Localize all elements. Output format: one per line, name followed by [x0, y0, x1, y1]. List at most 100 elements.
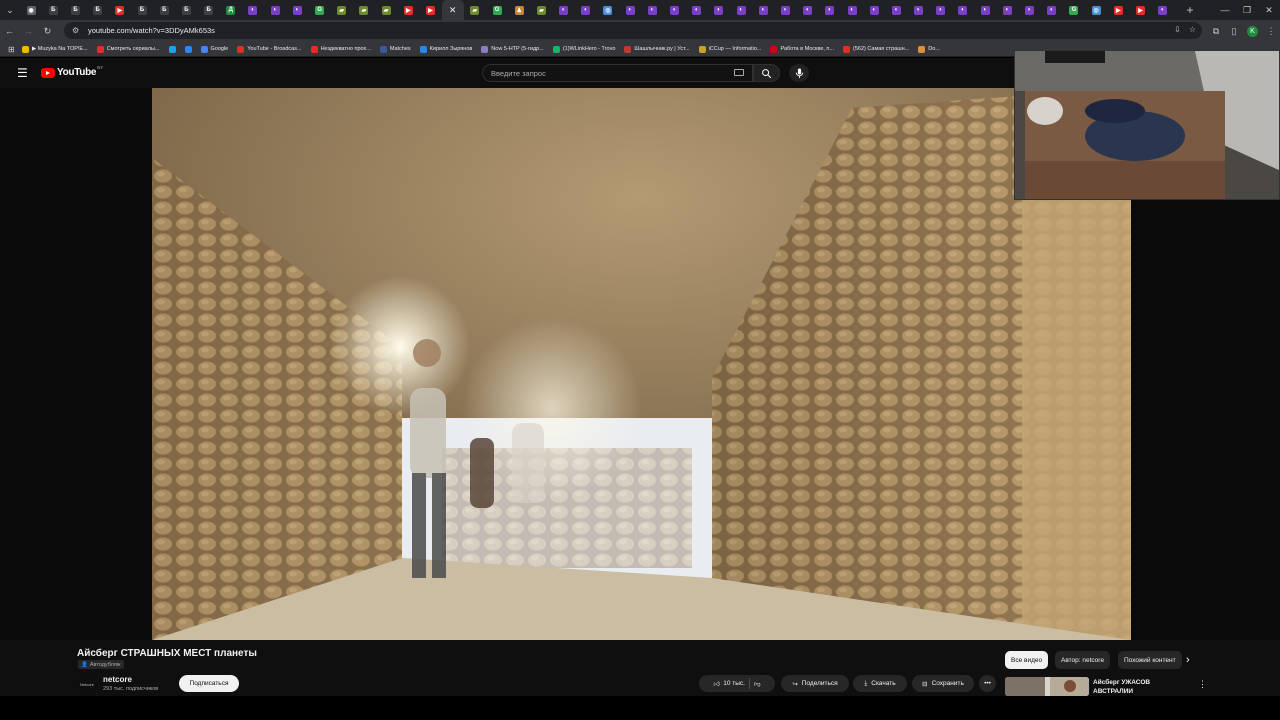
browser-tab[interactable]: ▶	[397, 0, 419, 20]
restore-icon[interactable]: ❐	[1236, 0, 1258, 20]
bookmark-item[interactable]: YouTube - Broadcas...	[237, 45, 302, 53]
browser-tab[interactable]: ◐	[908, 0, 930, 20]
browser-tab[interactable]: ◉	[20, 0, 42, 20]
new-tab-button[interactable]: +	[1180, 3, 1200, 17]
bookmark-item[interactable]: ▶ Muzyka Na TOP!E...	[22, 45, 88, 53]
browser-tab[interactable]: ◐	[730, 0, 752, 20]
tab-close-icon[interactable]: ✕	[449, 5, 457, 16]
dislike-button[interactable]: 👎︎	[754, 680, 761, 688]
browser-tab[interactable]: ◐	[774, 0, 796, 20]
browser-tab[interactable]: ◐	[996, 0, 1018, 20]
video-player[interactable]	[152, 88, 1131, 640]
chip-related[interactable]: Похожий контент	[1118, 651, 1182, 669]
address-url[interactable]: youtube.com/watch?v=3DDyAMk653s	[88, 26, 215, 35]
browser-tab[interactable]: ▶	[419, 0, 441, 20]
apps-grid-icon[interactable]: ⊞	[8, 45, 22, 54]
bookmark-item[interactable]: Шашлычник.ру | Уст...	[624, 45, 690, 53]
bookmark-item[interactable]: Работа в Москве, п...	[770, 45, 834, 53]
profile-avatar[interactable]: K	[1247, 25, 1258, 37]
minimize-icon[interactable]: —	[1214, 0, 1236, 20]
browser-tab[interactable]: ▰	[464, 0, 486, 20]
browser-tab[interactable]: Б	[153, 0, 175, 20]
browser-tab[interactable]: G	[486, 0, 508, 20]
browser-tab[interactable]: Б	[175, 0, 197, 20]
guide-menu-icon[interactable]: ☰	[17, 67, 28, 79]
channel-name[interactable]: netcore	[103, 675, 132, 684]
bookmark-item[interactable]: Do...	[918, 45, 940, 53]
browser-tab[interactable]: ♟	[508, 0, 530, 20]
chip-author[interactable]: Автор: netcore	[1055, 651, 1111, 669]
bookmark-item[interactable]: (1)WLinkHero - Trovo	[552, 45, 615, 53]
voice-search-button[interactable]	[789, 64, 809, 82]
browser-tab[interactable]: ◐	[1041, 0, 1063, 20]
tab-search-icon[interactable]: ⌄	[0, 0, 20, 20]
search-button[interactable]	[753, 64, 780, 82]
browser-tab[interactable]: ◐	[708, 0, 730, 20]
browser-tab[interactable]: ▰	[331, 0, 353, 20]
more-actions-button[interactable]: •••	[979, 675, 996, 692]
recommendation-thumbnail[interactable]	[1005, 677, 1089, 696]
browser-tab[interactable]: ◐	[663, 0, 685, 20]
browser-tab[interactable]: ◐	[885, 0, 907, 20]
browser-tab[interactable]: ◐	[619, 0, 641, 20]
browser-menu-icon[interactable]: ⋮	[1262, 26, 1280, 37]
search-input[interactable]	[491, 68, 721, 78]
recommendation-title[interactable]: Айсберг УЖАСОВ АВСТРАЛИИ	[1093, 678, 1183, 696]
site-info-icon[interactable]: ⚙	[72, 26, 84, 35]
browser-tab[interactable]: Б	[131, 0, 153, 20]
back-icon[interactable]: ←	[0, 20, 19, 42]
browser-tab[interactable]: ◎	[597, 0, 619, 20]
browser-tab[interactable]: ◐	[974, 0, 996, 20]
browser-tab[interactable]: Б	[64, 0, 86, 20]
chip-all-videos[interactable]: Все видео	[1005, 651, 1049, 669]
share-button[interactable]: ↪ Поделиться	[781, 675, 849, 692]
subscribe-button[interactable]: Подписаться	[179, 675, 239, 692]
browser-tab[interactable]: ◐	[841, 0, 863, 20]
browser-tab[interactable]: ◐	[863, 0, 885, 20]
browser-tab[interactable]: ◐	[242, 0, 264, 20]
browser-tab[interactable]: ◐	[819, 0, 841, 20]
close-window-icon[interactable]: ✕	[1258, 0, 1280, 20]
browser-tab[interactable]: ▶	[1107, 0, 1129, 20]
channel-avatar[interactable]: Netcore	[77, 674, 97, 694]
bookmark-item[interactable]: (562) Самая страшн...	[843, 45, 909, 53]
chevron-right-icon[interactable]: ›	[1186, 654, 1190, 666]
extensions-icon[interactable]: ⧉	[1207, 26, 1225, 37]
bookmark-item[interactable]: Кирилл Зырянов	[419, 45, 472, 53]
browser-tab[interactable]: Б	[42, 0, 64, 20]
browser-tab[interactable]: ◐	[641, 0, 663, 20]
bookmark-item[interactable]: Смотреть сериалы...	[96, 45, 160, 53]
browser-tab[interactable]: ▰	[530, 0, 552, 20]
browser-tab[interactable]: G	[1063, 0, 1085, 20]
browser-tab[interactable]: ◐	[286, 0, 308, 20]
sidepanel-icon[interactable]: ▯	[1225, 26, 1243, 37]
browser-tab[interactable]: Б	[87, 0, 109, 20]
recommendation-menu-icon[interactable]: ⋮	[1198, 679, 1207, 690]
youtube-logo[interactable]: YouTube BY	[41, 65, 103, 78]
browser-tab[interactable]: ◐	[264, 0, 286, 20]
bookmark-item[interactable]: Now 5-HTP (5-гидр...	[481, 45, 544, 53]
browser-tab[interactable]: ◐	[553, 0, 575, 20]
browser-tab[interactable]: ◐	[752, 0, 774, 20]
browser-tab[interactable]: ▶	[109, 0, 131, 20]
bookmark-item[interactable]	[168, 45, 176, 53]
bookmark-item[interactable]: iCCup — Informatio...	[698, 45, 761, 53]
browser-tab[interactable]: Д	[220, 0, 242, 20]
browser-tab[interactable]: Б	[198, 0, 220, 20]
browser-tab[interactable]: ◐	[930, 0, 952, 20]
keyboard-icon[interactable]	[734, 69, 744, 76]
reload-icon[interactable]: ↻	[38, 20, 57, 42]
like-button[interactable]: 👍︎ 10 тыс.	[713, 680, 745, 688]
browser-tab[interactable]: ◐	[575, 0, 597, 20]
bookmark-item[interactable]: Нездекватно прох...	[310, 45, 371, 53]
browser-tab[interactable]: ▰	[353, 0, 375, 20]
install-app-icon[interactable]: ⇩	[1174, 25, 1181, 34]
bookmark-item[interactable]: Matches	[379, 45, 411, 53]
browser-tab[interactable]: ◐	[686, 0, 708, 20]
browser-tab[interactable]: ◐	[1152, 0, 1174, 20]
browser-tab[interactable]: ◎	[1085, 0, 1107, 20]
browser-tab[interactable]: G	[308, 0, 330, 20]
browser-tab[interactable]: ▶	[1129, 0, 1151, 20]
bookmark-item[interactable]: Google	[200, 45, 228, 53]
browser-tab[interactable]: ▰	[375, 0, 397, 20]
